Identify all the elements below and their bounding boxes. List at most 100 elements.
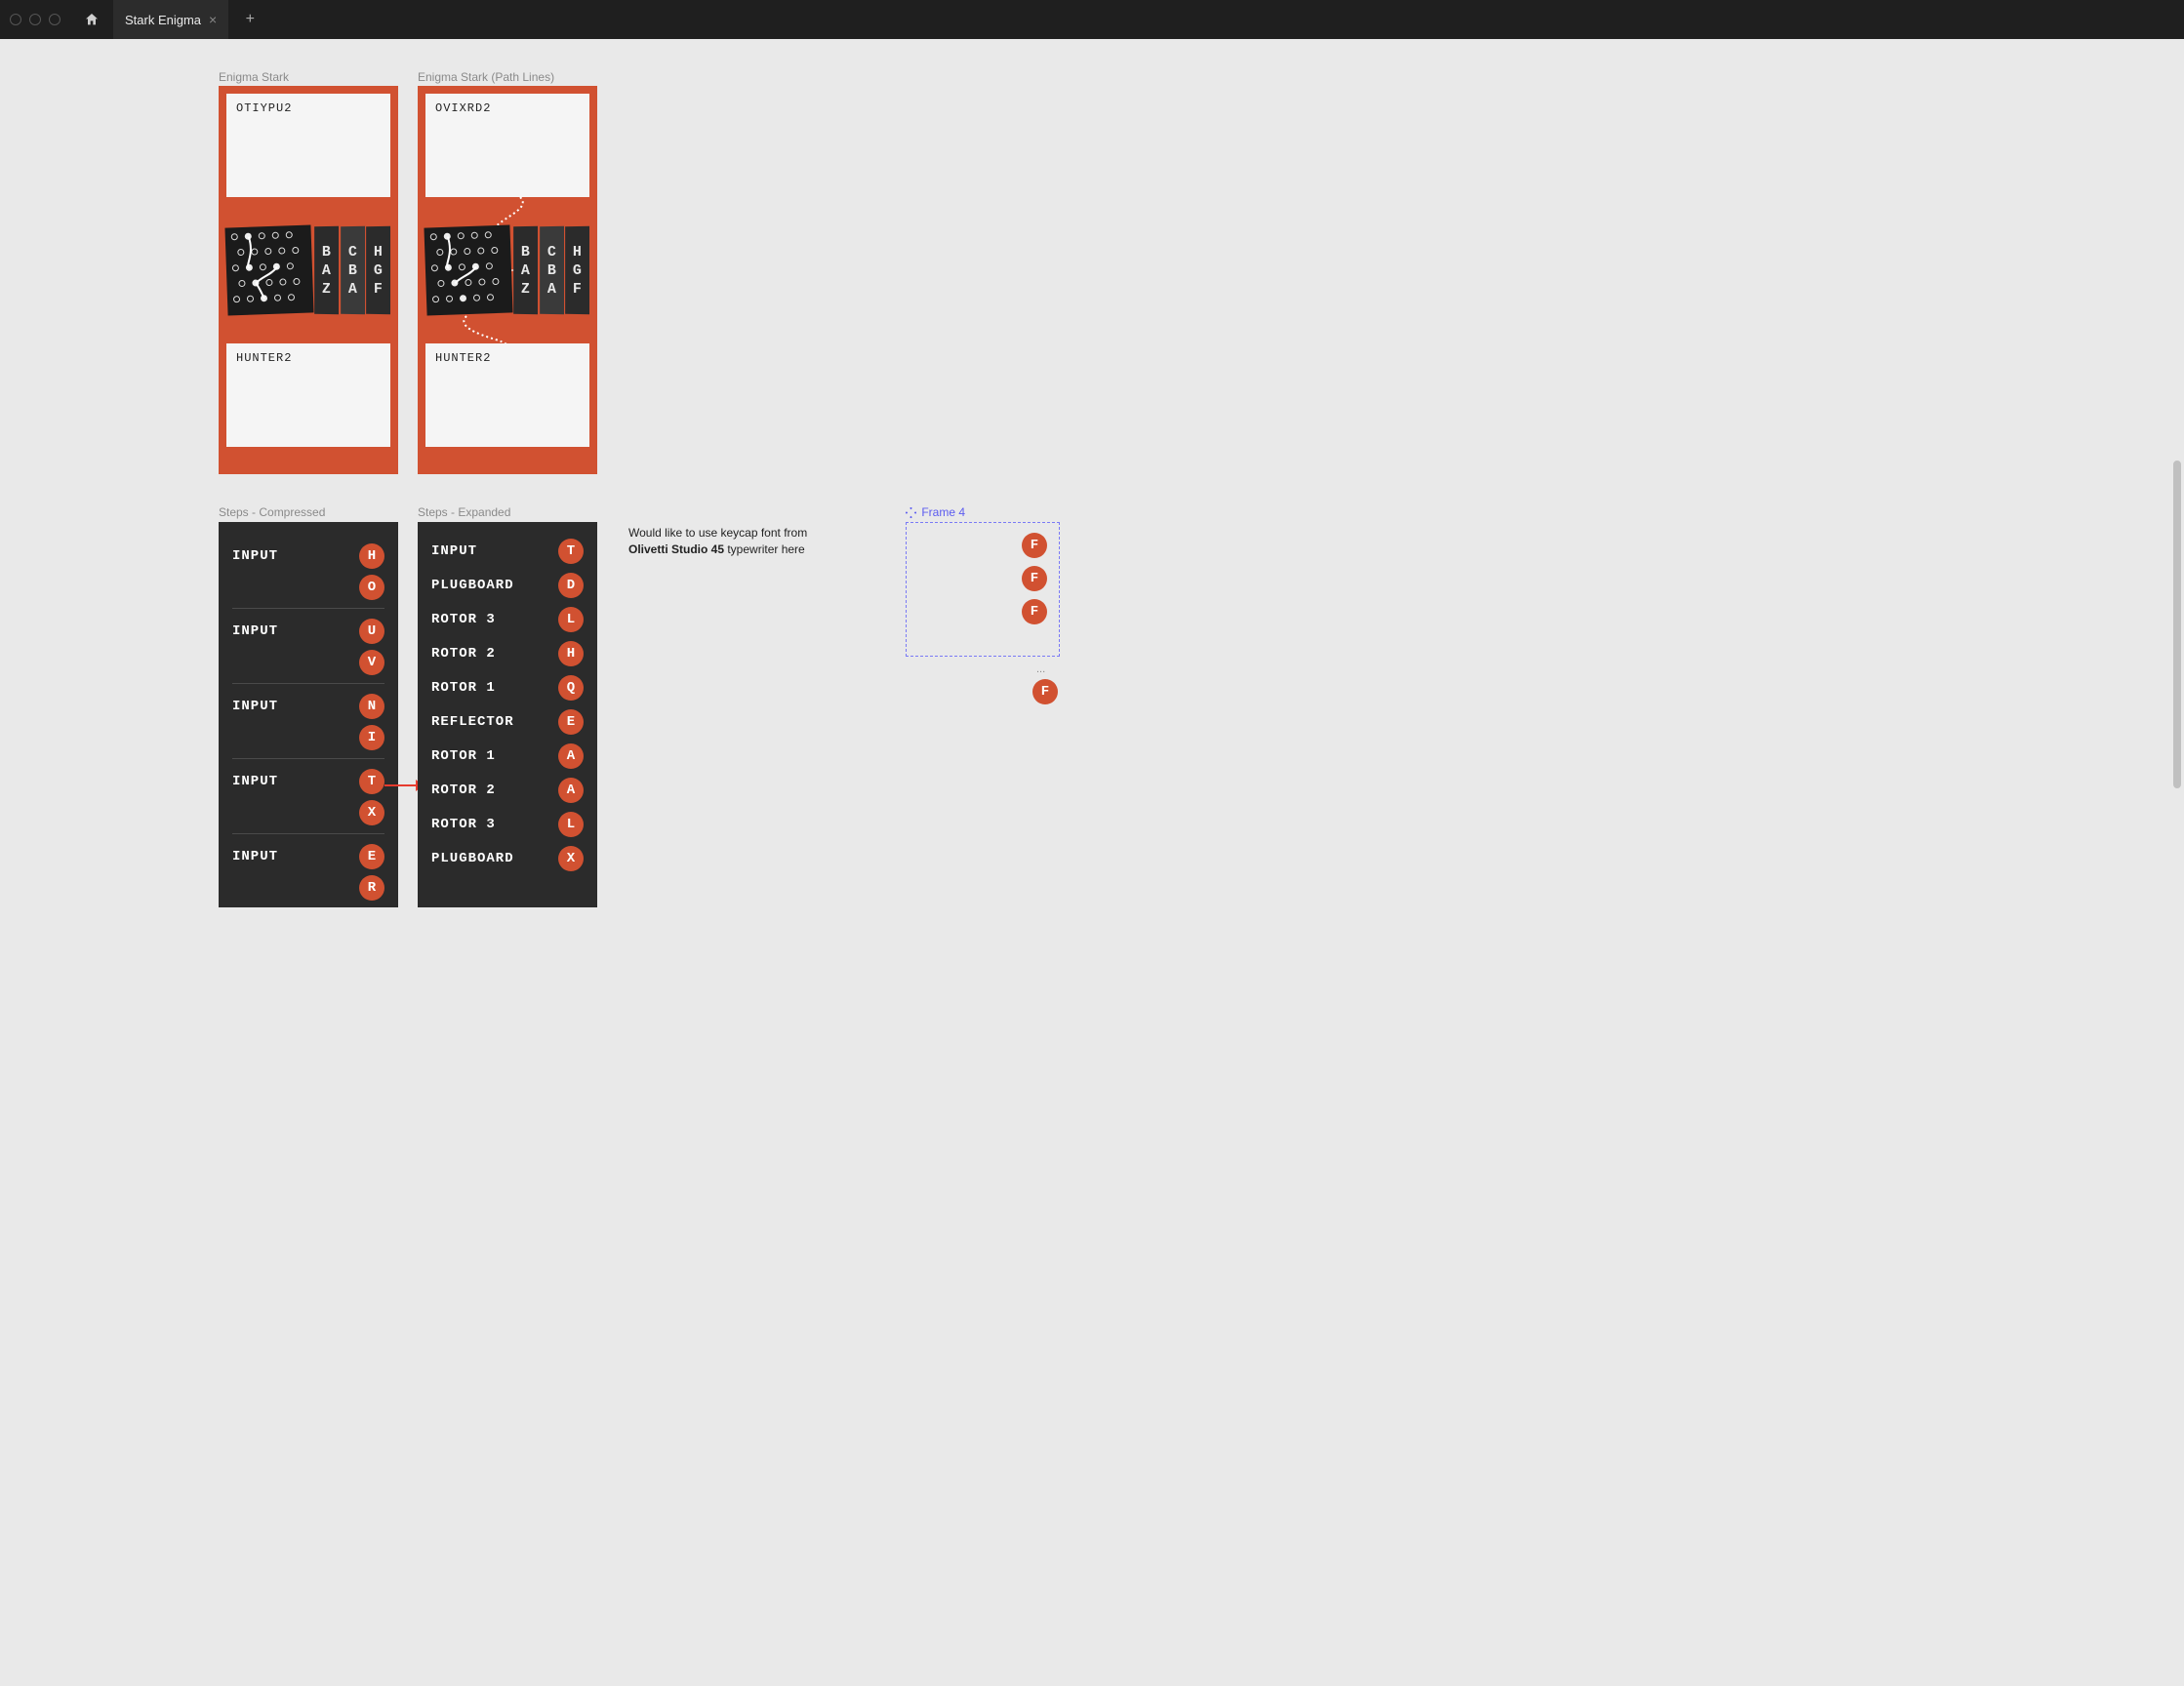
- note-line2: typewriter here: [724, 542, 805, 556]
- rotor-3-path: H G F: [565, 226, 589, 315]
- lonely-chip[interactable]: F: [1032, 679, 1058, 704]
- step-chip: X: [558, 846, 584, 871]
- step-label: ROTOR 2: [431, 646, 496, 662]
- step-compressed-item: INPUT HO: [232, 534, 384, 608]
- design-canvas[interactable]: Enigma Stark OTIYPU2: [0, 39, 2184, 1686]
- canvas-viewport[interactable]: Enigma Stark OTIYPU2: [0, 39, 2184, 1686]
- step-expanded-item: PLUGBOARD X: [431, 841, 584, 875]
- rotor-3: H G F: [366, 226, 390, 315]
- step-chip: T: [359, 769, 384, 794]
- step-chip: L: [558, 607, 584, 632]
- plugboard-path: [424, 224, 512, 315]
- plain-text: HUNTER2: [236, 351, 292, 365]
- step-label: ROTOR 1: [431, 748, 496, 764]
- window-minimize-button[interactable]: [29, 14, 41, 25]
- home-button[interactable]: [78, 6, 105, 33]
- step-label: ROTOR 3: [431, 612, 496, 627]
- step-compressed-item: INPUT NI: [232, 683, 384, 758]
- component-icon: [906, 507, 916, 518]
- titlebar: Stark Enigma × +: [0, 0, 2184, 39]
- step-expanded-item: ROTOR 3L: [431, 807, 584, 841]
- step-chip: A: [558, 778, 584, 803]
- plugboard-wires-path-icon: [424, 224, 512, 315]
- cipher-text-path: OVIXRD2: [435, 101, 491, 115]
- frame-enigma-stark-path[interactable]: OVIXRD2: [418, 86, 597, 474]
- step-label: PLUGBOARD: [431, 578, 514, 593]
- frame-steps-compressed[interactable]: INPUTHOINPUTUVINPUTNIINPUTTXINPUTERINPUT…: [219, 522, 398, 907]
- step-expanded-item: ROTOR 2 A: [431, 773, 584, 807]
- note-line1: Would like to use keycap font from: [628, 526, 807, 540]
- step-label: ROTOR 1: [431, 680, 496, 696]
- frame-label-frame4[interactable]: Frame 4: [906, 505, 965, 519]
- home-icon: [84, 12, 100, 27]
- cipher-paper: OTIYPU2: [226, 94, 390, 197]
- step-label: INPUT: [232, 623, 278, 639]
- step-chip: E: [359, 844, 384, 869]
- step-chip: H: [558, 641, 584, 666]
- step-expanded-item: REFLECTORE: [431, 704, 584, 739]
- window-traffic-lights: [10, 14, 61, 25]
- step-label: INPUT: [431, 543, 477, 559]
- typewriter-note[interactable]: Would like to use keycap font from Olive…: [628, 525, 833, 558]
- cipher-text: OTIYPU2: [236, 101, 292, 115]
- window-zoom-button[interactable]: [49, 14, 61, 25]
- frame4-chip: F: [1022, 566, 1047, 591]
- frame-frame4[interactable]: INPUTFINPUTFF: [906, 522, 1060, 657]
- step-chip: D: [558, 573, 584, 598]
- frame4-label: INPUT: [918, 538, 964, 553]
- step-label: PLUGBOARD: [431, 851, 514, 866]
- note-bold: Olivetti Studio 45: [628, 542, 724, 556]
- rotor-1: B A Z: [314, 226, 339, 315]
- step-expanded-item: ROTOR 1A: [431, 739, 584, 773]
- step-label: ROTOR 2: [431, 783, 496, 798]
- frame-label-steps-compressed[interactable]: Steps - Compressed: [219, 505, 325, 519]
- rotor-2: C B A: [341, 226, 365, 315]
- rotor-2-path: C B A: [540, 226, 564, 315]
- cipher-paper-path: OVIXRD2: [425, 94, 589, 197]
- step-expanded-item: INPUT T: [431, 534, 584, 568]
- window-close-button[interactable]: [10, 14, 21, 25]
- step-label: INPUT: [232, 548, 278, 564]
- frame4-row: F: [918, 599, 1047, 624]
- step-chip: Q: [558, 675, 584, 701]
- file-tab[interactable]: Stark Enigma ×: [113, 0, 228, 39]
- step-expanded-item: ROTOR 2 H: [431, 636, 584, 670]
- step-chip: I: [359, 725, 384, 750]
- step-expanded-item: ROTOR 1 Q: [431, 670, 584, 704]
- frame-label-steps-expanded[interactable]: Steps - Expanded: [418, 505, 510, 519]
- new-tab-button[interactable]: +: [236, 6, 263, 33]
- frame4-chip: F: [1022, 533, 1047, 558]
- step-label: INPUT: [232, 699, 278, 714]
- lonely-chip-label[interactable]: ...: [1036, 663, 1045, 675]
- step-compressed-item: INPUT TX: [232, 758, 384, 833]
- frame4-row: INPUT F: [918, 533, 1047, 558]
- step-label: INPUT: [232, 774, 278, 789]
- step-chip: N: [359, 694, 384, 719]
- frame-label-enigma-stark-path[interactable]: Enigma Stark (Path Lines): [418, 70, 554, 84]
- step-chip: L: [558, 812, 584, 837]
- vertical-scrollbar[interactable]: [2173, 461, 2181, 788]
- step-expanded-item: PLUGBOARD D: [431, 568, 584, 602]
- rotor-set-path: B A Z C B A H G F: [513, 226, 589, 314]
- plain-text-path: HUNTER2: [435, 351, 491, 365]
- file-tab-title: Stark Enigma: [125, 13, 201, 27]
- step-chip: X: [359, 800, 384, 825]
- step-chip: H: [359, 543, 384, 569]
- plugboard: [224, 224, 313, 315]
- plugboard-wires-icon: [224, 224, 313, 315]
- frame-enigma-stark[interactable]: OTIYPU2: [219, 86, 398, 474]
- frame4-row: INPUT F: [918, 566, 1047, 591]
- plain-paper: HUNTER2: [226, 343, 390, 447]
- step-chip: U: [359, 619, 384, 644]
- frame4-label: INPUT: [918, 571, 964, 586]
- step-label: REFLECTOR: [431, 714, 514, 730]
- step-chip: R: [359, 875, 384, 901]
- step-chip: T: [558, 539, 584, 564]
- step-chip: O: [359, 575, 384, 600]
- step-expanded-item: ROTOR 3 L: [431, 602, 584, 636]
- frame-steps-expanded[interactable]: INPUTTPLUGBOARDDROTOR 3LROTOR 2HROTOR 1Q…: [418, 522, 597, 907]
- frame-label-enigma-stark[interactable]: Enigma Stark: [219, 70, 289, 84]
- step-chip: V: [359, 650, 384, 675]
- close-tab-button[interactable]: ×: [209, 13, 217, 26]
- step-compressed-item: INPUTER: [232, 833, 384, 907]
